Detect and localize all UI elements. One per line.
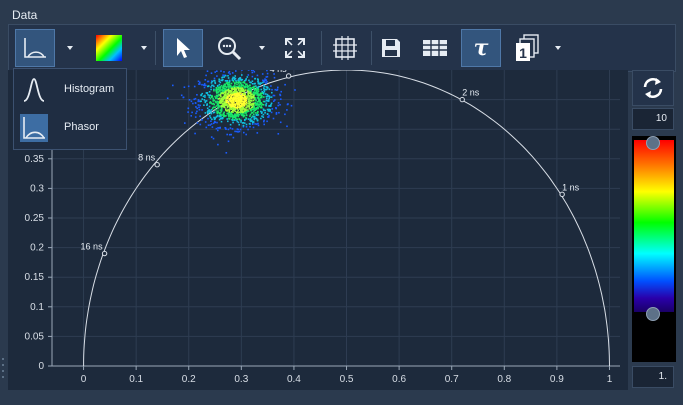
lifetime-label: 2 ns [462, 88, 480, 98]
menu-item-label: Phasor [64, 121, 99, 133]
select-tool-button[interactable] [163, 29, 203, 67]
phasor-cluster [166, 70, 296, 154]
lifetime-label: 1 ns [562, 182, 580, 192]
expand-icon [285, 38, 305, 58]
grid-button[interactable] [325, 29, 365, 67]
stack-icon: 1 [516, 34, 539, 61]
x-tick-label: 0.3 [234, 374, 248, 385]
plot-type-menu: Histogram Phasor [13, 68, 127, 150]
x-tick-label: 0.5 [340, 374, 354, 385]
refresh-button[interactable] [632, 70, 674, 106]
chevron-down-icon[interactable] [553, 43, 563, 53]
x-tick-label: 0 [81, 374, 87, 385]
lifetime-marker [559, 191, 565, 198]
x-tick-label: 0.9 [550, 374, 564, 385]
menu-item-histogram[interactable]: Histogram [14, 71, 126, 109]
lifetime-label: 8 ns [138, 153, 156, 163]
zoom-icon [218, 37, 242, 61]
x-tick-label: 0.1 [129, 374, 143, 385]
lifetime-marker [459, 96, 465, 103]
y-tick-label: 0.05 [25, 331, 45, 342]
lifetime-marker [101, 250, 108, 257]
colorbar-gradient [634, 140, 674, 312]
lifetime-marker [285, 73, 292, 79]
colormap-button[interactable] [89, 29, 129, 67]
histogram-icon [23, 78, 45, 102]
cursor-icon [177, 38, 190, 58]
chevron-down-icon[interactable] [257, 43, 267, 53]
colorbar-panel: 10 1. [632, 70, 676, 390]
toolbar: τ 1 [8, 24, 676, 72]
stack-button[interactable]: 1 [507, 29, 547, 67]
svg-text:1: 1 [519, 45, 527, 61]
colorbar-min-handle[interactable] [646, 307, 660, 321]
menu-item-label: Histogram [64, 83, 115, 95]
tau-button[interactable]: τ [461, 29, 501, 67]
y-tick-label: 0.15 [25, 272, 45, 283]
x-tick-label: 0.7 [445, 374, 459, 385]
y-tick-label: 0 [38, 361, 44, 372]
colorbar-max-input[interactable]: 10 [632, 108, 674, 130]
y-tick-label: 0.2 [30, 243, 44, 254]
phasor-icon [20, 114, 48, 142]
resize-grip-icon[interactable] [0, 355, 6, 385]
y-tick-label: 0.25 [25, 213, 45, 224]
zoom-button[interactable] [209, 29, 249, 67]
chevron-down-icon[interactable] [139, 43, 149, 53]
x-tick-label: 0.2 [182, 374, 196, 385]
plot-type-button[interactable] [15, 29, 55, 67]
colorbar-min-input[interactable]: 1. [632, 366, 674, 388]
x-tick-label: 0.8 [497, 374, 511, 385]
lifetime-label: 16 ns [81, 242, 104, 252]
panel-title: Data [12, 8, 38, 22]
y-tick-label: 0.1 [30, 302, 44, 313]
x-tick-label: 0.6 [392, 374, 406, 385]
table-icon [423, 40, 447, 56]
floppy-disk-icon [382, 39, 400, 57]
colormap-icon [96, 35, 122, 61]
x-tick-label: 0.4 [287, 374, 301, 385]
save-button[interactable] [371, 29, 411, 67]
x-tick-label: 1 [607, 374, 613, 385]
lifetime-marker [154, 162, 160, 168]
phasor-icon [24, 38, 46, 58]
grid-icon [333, 36, 357, 60]
colorbar[interactable] [632, 136, 676, 362]
tau-icon: τ [473, 35, 489, 61]
refresh-icon [643, 78, 663, 98]
colorbar-max-handle[interactable] [646, 136, 660, 150]
y-tick-label: 0.3 [30, 183, 44, 194]
menu-item-phasor[interactable]: Phasor [14, 109, 126, 147]
lifetime-label: 4 ns [270, 70, 288, 74]
y-tick-label: 0.35 [25, 154, 45, 165]
fit-view-button[interactable] [275, 29, 315, 67]
chevron-down-icon[interactable] [65, 43, 75, 53]
table-button[interactable] [415, 29, 455, 67]
